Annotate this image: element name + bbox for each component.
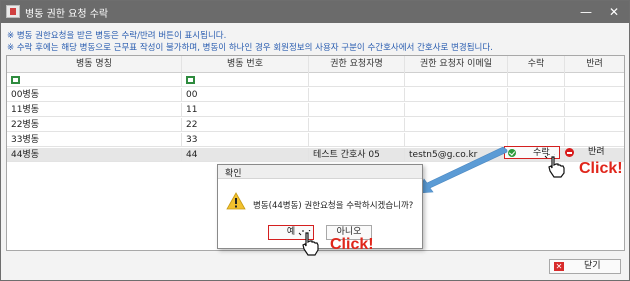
cell-ward-number: 44: [182, 148, 309, 162]
col-ward-number[interactable]: 병동 번호: [182, 56, 309, 73]
dialog-title-bar[interactable]: 확인: [218, 165, 422, 179]
table-row[interactable]: 00병동 00: [7, 88, 624, 102]
dialog-message: 병동(44병동) 권한요청을 수락하시겠습니까?: [253, 201, 414, 211]
col-requester-name[interactable]: 권한 요청자명: [309, 56, 405, 73]
cell-ward-name: 33병동: [7, 133, 182, 147]
filter-requester-email[interactable]: [405, 73, 508, 87]
close-window-button[interactable]: ✕: [603, 3, 625, 21]
cell-approve: [508, 88, 565, 102]
table-row[interactable]: 11병동 11: [7, 103, 624, 117]
cell-reject: [565, 133, 624, 147]
filter-reject[interactable]: [565, 73, 624, 87]
pointer-hand-icon: [544, 154, 565, 178]
cell-approve: [508, 133, 565, 147]
cell-approve: [508, 118, 565, 132]
notice-line-2: ※ 수락 후에는 해당 병동으로 근무표 작성이 불가하며, 병동이 하나인 경…: [7, 43, 493, 53]
table-row[interactable]: 33병동 33: [7, 133, 624, 147]
col-requester-email[interactable]: 권한 요청자 이메일: [405, 56, 508, 73]
cell-reject: [565, 88, 624, 102]
filter-icon: [186, 76, 195, 84]
filter-ward-number[interactable]: [182, 73, 309, 87]
app-icon: [6, 5, 20, 18]
reject-label: 반려: [588, 147, 605, 157]
window-title: 병동 권한 요청 수락: [25, 9, 109, 20]
cell-requester-name: [309, 103, 405, 117]
close-icon: ✕: [554, 262, 564, 271]
filter-icon: [11, 76, 20, 84]
cell-ward-number: 22: [182, 118, 309, 132]
col-ward-name[interactable]: 병동 명칭: [7, 56, 182, 73]
cell-requester-name: [309, 88, 405, 102]
cell-requester-name: [309, 133, 405, 147]
cell-reject: [565, 103, 624, 117]
filter-row: [7, 73, 624, 87]
cell-ward-name: 11병동: [7, 103, 182, 117]
cell-ward-number: 33: [182, 133, 309, 147]
cell-requester-email: [405, 118, 508, 132]
cell-ward-number: 00: [182, 88, 309, 102]
click-annotation-top: Click!: [579, 160, 623, 177]
cell-requester-name: 테스트 간호사 05: [309, 148, 405, 162]
close-label: 닫기: [584, 261, 601, 271]
cell-reject: [565, 118, 624, 132]
click-annotation-bottom: Click!: [330, 236, 374, 253]
cell-ward-name: 00병동: [7, 88, 182, 102]
filter-ward-name[interactable]: [7, 73, 182, 87]
close-button[interactable]: ✕ 닫기: [549, 259, 621, 274]
cell-requester-email: [405, 103, 508, 117]
notice-line-1: ※ 병동 권한요청을 받은 병동은 수락/반려 버튼이 표시됩니다.: [7, 31, 227, 41]
cell-requester-email: [405, 133, 508, 147]
arrow-icon: [419, 147, 508, 194]
cell-requester-name: [309, 118, 405, 132]
reject-button[interactable]: 반려: [564, 146, 620, 159]
col-reject[interactable]: 반려: [565, 56, 624, 73]
title-bar[interactable]: 병동 권한 요청 수락 — ✕: [1, 1, 629, 23]
cell-ward-number: 11: [182, 103, 309, 117]
minimize-button[interactable]: —: [575, 3, 597, 21]
cell-ward-name: 44병동: [7, 148, 182, 162]
dialog-title: 확인: [225, 169, 242, 179]
cell-ward-name: 22병동: [7, 118, 182, 132]
table-header: 병동 명칭 병동 번호 권한 요청자명 권한 요청자 이메일 수락 반려: [7, 56, 624, 73]
cell-approve: [508, 103, 565, 117]
filter-approve[interactable]: [508, 73, 565, 87]
approval-window: 병동 권한 요청 수락 — ✕ ※ 병동 권한요청을 받은 병동은 수락/반려 …: [0, 0, 630, 281]
table-row[interactable]: 22병동 22: [7, 118, 624, 132]
col-approve[interactable]: 수락: [508, 56, 565, 73]
cell-requester-email: [405, 88, 508, 102]
warning-icon: [226, 192, 246, 210]
pointer-hand-icon: [298, 230, 319, 256]
filter-requester-name[interactable]: [309, 73, 405, 87]
